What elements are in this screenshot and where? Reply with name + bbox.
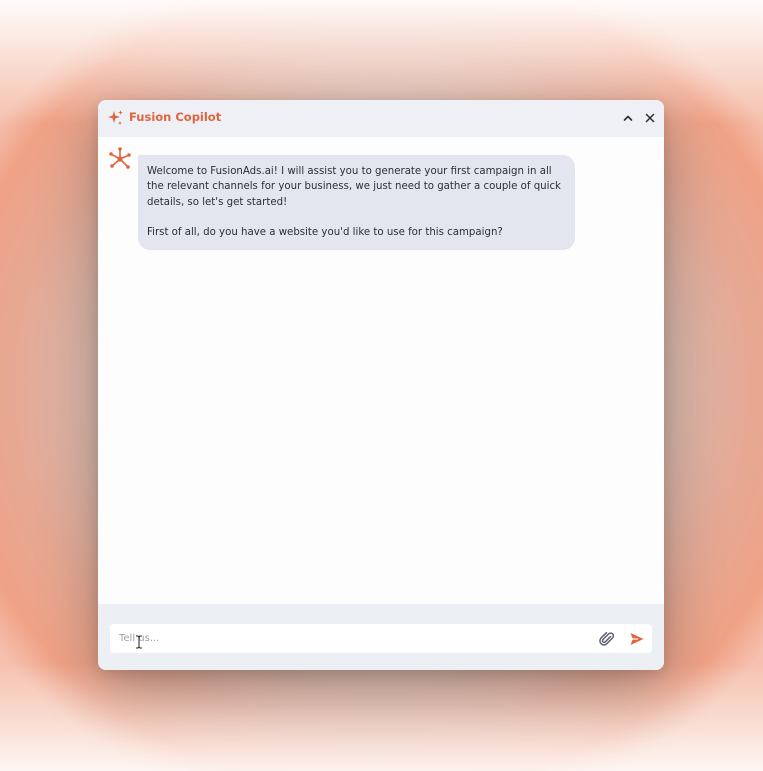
composer-box — [110, 624, 652, 653]
paperclip-icon — [599, 631, 615, 646]
composer-area — [98, 604, 664, 670]
message-input[interactable] — [110, 624, 589, 653]
collapse-button[interactable] — [619, 109, 637, 127]
message-paragraph: First of all, do you have a website you'… — [147, 226, 503, 238]
close-icon — [645, 113, 655, 123]
window-title: Fusion Copilot — [129, 110, 222, 124]
sparkle-icon — [107, 109, 125, 127]
copilot-chat-window: Fusion Copilot Welcome to FusionAds.ai! … — [98, 100, 664, 670]
chat-header: Fusion Copilot — [98, 100, 664, 137]
message-paragraph: Welcome to FusionAds.ai! I will assist y… — [147, 166, 561, 208]
attach-button[interactable] — [599, 630, 615, 647]
chevron-up-icon — [623, 115, 633, 121]
network-node-icon — [107, 146, 133, 172]
send-button[interactable] — [629, 631, 645, 647]
bot-message-bubble: Welcome to FusionAds.ai! I will assist y… — [138, 155, 575, 251]
text-cursor-icon — [135, 634, 143, 649]
send-icon — [630, 633, 644, 645]
close-button[interactable] — [641, 109, 659, 127]
